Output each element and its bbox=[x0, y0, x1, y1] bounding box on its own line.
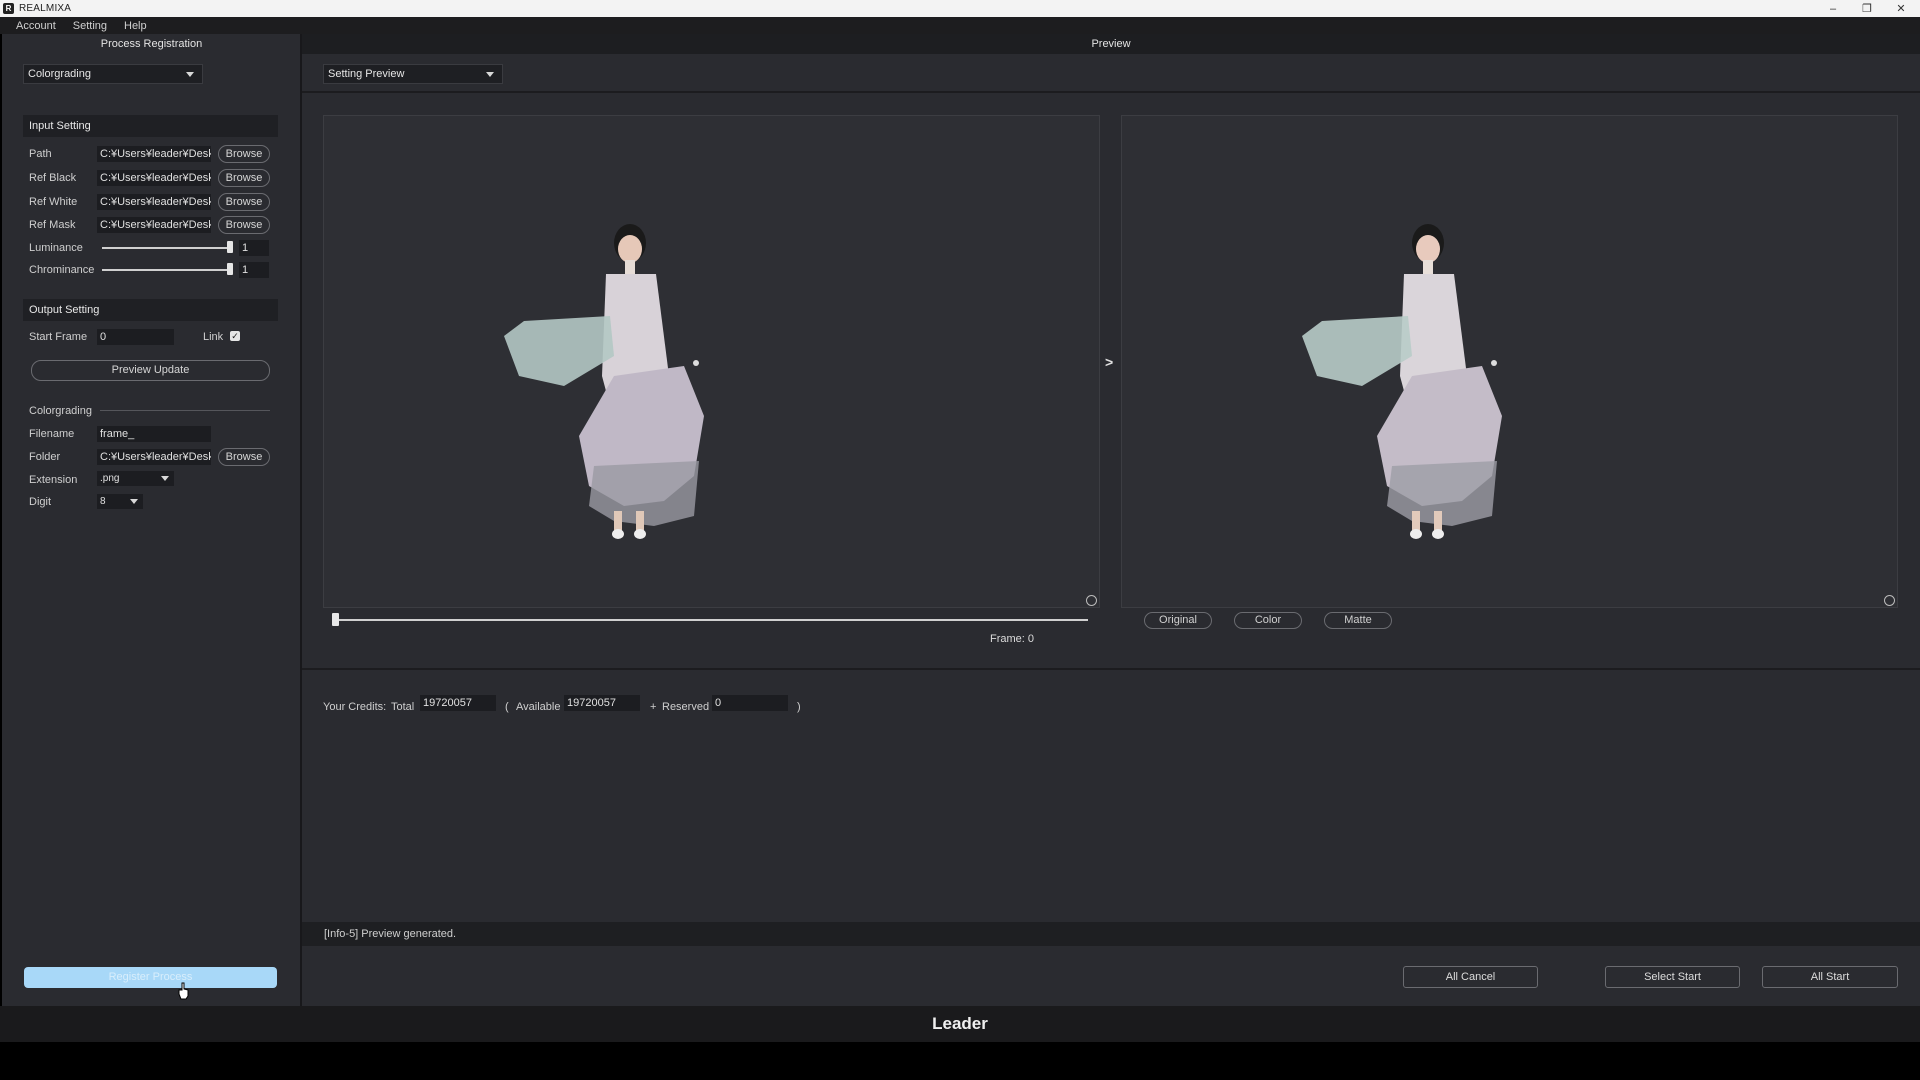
mode-color-button[interactable]: Color bbox=[1234, 612, 1302, 629]
footer-bottom-strip bbox=[0, 1042, 1920, 1080]
chrominance-slider[interactable] bbox=[102, 269, 230, 271]
link-label: Link bbox=[203, 331, 224, 343]
ref-white-label: Ref White bbox=[29, 196, 78, 208]
input-preview-frame bbox=[323, 115, 1100, 608]
preview-mode-select[interactable]: Setting Preview bbox=[323, 64, 503, 84]
ref-black-field[interactable]: C:¥Users¥leader¥Desktop bbox=[97, 170, 211, 186]
output-preview-frame bbox=[1121, 115, 1898, 608]
mode-original-button[interactable]: Original bbox=[1144, 612, 1212, 629]
start-frame-field[interactable]: 0 bbox=[97, 329, 174, 345]
link-checkbox[interactable]: ✓ bbox=[230, 331, 240, 341]
path-browse-button[interactable]: Browse bbox=[218, 145, 270, 163]
luminance-slider[interactable] bbox=[102, 247, 230, 249]
frame-label: Frame: bbox=[990, 633, 1025, 645]
luminance-label: Luminance bbox=[29, 242, 83, 254]
ref-mask-browse-button[interactable]: Browse bbox=[218, 216, 270, 234]
extension-label: Extension bbox=[29, 474, 78, 486]
credits-total-value: 19720057 bbox=[420, 695, 496, 711]
preview-update-button[interactable]: Preview Update bbox=[31, 360, 270, 381]
preview-mode-select-value: Setting Preview bbox=[328, 68, 405, 80]
digit-label: Digit bbox=[29, 496, 52, 508]
ref-mask-label: Ref Mask bbox=[29, 219, 76, 231]
chevron-down-icon bbox=[161, 476, 169, 481]
credits-available-value: 19720057 bbox=[564, 695, 640, 711]
dancer-image-original bbox=[504, 224, 704, 539]
all-start-button[interactable]: All Start bbox=[1762, 966, 1898, 988]
ref-mask-field[interactable]: C:¥Users¥leader¥Desktop bbox=[97, 217, 211, 233]
ref-black-label: Ref Black bbox=[29, 172, 77, 184]
ref-white-field[interactable]: C:¥Users¥leader¥Desktop bbox=[97, 194, 211, 210]
register-process-button[interactable]: Register Process bbox=[24, 967, 277, 988]
digit-select[interactable]: 8 bbox=[97, 494, 143, 509]
preview-toolbar bbox=[302, 54, 1920, 92]
window-title: REALMIXA bbox=[19, 3, 72, 14]
credits-label: Your Credits: bbox=[323, 701, 387, 713]
status-bar: [Info-5] Preview generated. bbox=[302, 922, 1920, 946]
frame-slider[interactable] bbox=[336, 619, 1088, 621]
start-frame-label: Start Frame bbox=[29, 331, 88, 343]
reset-zoom-icon-right[interactable] bbox=[1884, 595, 1895, 606]
colorgrading-section-label: Colorgrading bbox=[29, 405, 92, 417]
restore-button[interactable]: ❐ bbox=[1850, 0, 1884, 17]
mouse-pointer-icon bbox=[178, 982, 189, 1000]
credits-total-label: Total bbox=[391, 701, 415, 713]
credits-reserved-label: Reserved bbox=[662, 701, 710, 713]
digit-select-value: 8 bbox=[100, 496, 106, 507]
chevron-down-icon bbox=[130, 499, 138, 504]
chrominance-slider-thumb[interactable] bbox=[227, 263, 233, 275]
brand-footer: Leader bbox=[0, 1006, 1920, 1042]
chrominance-label: Chrominance bbox=[29, 264, 95, 276]
process-select-value: Colorgrading bbox=[28, 68, 91, 80]
filename-field[interactable]: frame_ bbox=[97, 426, 211, 442]
chrominance-value[interactable]: 1 bbox=[239, 262, 269, 278]
folder-field[interactable]: C:¥Users¥leader¥Desktop bbox=[97, 449, 211, 465]
path-field[interactable]: C:¥Users¥leader¥Desktop bbox=[97, 146, 211, 162]
mode-matte-button[interactable]: Matte bbox=[1324, 612, 1392, 629]
filename-label: Filename bbox=[29, 428, 75, 440]
app-logo-icon: R bbox=[3, 3, 14, 14]
folder-label: Folder bbox=[29, 451, 61, 463]
all-cancel-button[interactable]: All Cancel bbox=[1403, 966, 1538, 988]
select-start-button[interactable]: Select Start bbox=[1605, 966, 1740, 988]
frame-value: 0 bbox=[1027, 633, 1035, 645]
path-label: Path bbox=[29, 148, 52, 160]
credits-reserved-value: 0 bbox=[712, 695, 788, 711]
panel-title: Process Registration bbox=[100, 38, 203, 50]
input-setting-header: Input Setting bbox=[23, 115, 278, 137]
ref-black-browse-button[interactable]: Browse bbox=[218, 169, 270, 187]
section-divider bbox=[100, 410, 270, 411]
process-select[interactable]: Colorgrading bbox=[23, 64, 203, 84]
title-bar: R REALMIXA – ❐ ✕ bbox=[0, 0, 1920, 17]
chevron-down-icon bbox=[186, 72, 194, 77]
extension-select-value: .png bbox=[100, 473, 120, 484]
menu-account[interactable]: Account bbox=[16, 20, 56, 32]
extension-select[interactable]: .png bbox=[97, 471, 174, 486]
menu-setting[interactable]: Setting bbox=[73, 20, 107, 32]
dancer-image-graded bbox=[1302, 224, 1502, 539]
frame-slider-thumb[interactable] bbox=[332, 613, 339, 626]
luminance-value[interactable]: 1 bbox=[239, 240, 269, 256]
luminance-slider-thumb[interactable] bbox=[227, 241, 233, 253]
preview-header: Preview bbox=[302, 34, 1920, 54]
menu-bar: Account Setting Help bbox=[0, 17, 1920, 34]
credits-plus: + bbox=[650, 701, 657, 713]
compare-arrow-icon: > bbox=[1105, 354, 1114, 370]
folder-browse-button[interactable]: Browse bbox=[218, 448, 270, 466]
minimize-button[interactable]: – bbox=[1816, 0, 1850, 17]
credits-close-paren: ) bbox=[797, 701, 801, 713]
credits-open-paren: ( bbox=[505, 701, 509, 713]
close-button[interactable]: ✕ bbox=[1884, 0, 1918, 17]
ref-white-browse-button[interactable]: Browse bbox=[218, 193, 270, 211]
credits-available-label: Available bbox=[516, 701, 561, 713]
chevron-down-icon bbox=[486, 72, 494, 77]
frame-readout: Frame: 0 bbox=[990, 633, 1034, 645]
menu-help[interactable]: Help bbox=[124, 20, 147, 32]
reset-zoom-icon[interactable] bbox=[1086, 595, 1097, 606]
output-setting-header: Output Setting bbox=[23, 299, 278, 321]
